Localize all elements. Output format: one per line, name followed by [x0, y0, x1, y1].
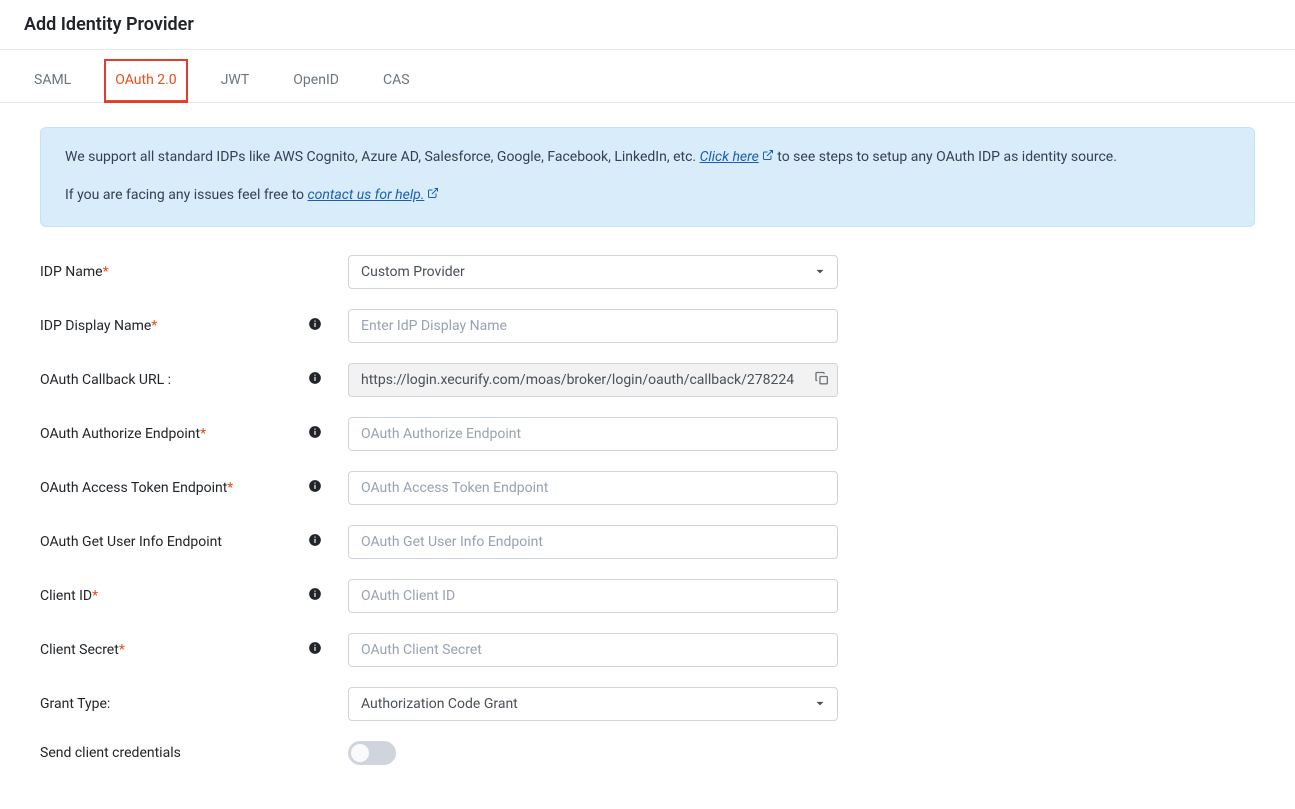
- info-icon[interactable]: [308, 589, 322, 605]
- send-client-credentials-toggle[interactable]: [348, 741, 396, 765]
- copy-icon: [814, 374, 830, 389]
- tab-cas[interactable]: CAS: [373, 60, 420, 102]
- send-client-credentials-label: Send client credentials: [40, 745, 308, 761]
- userinfo-endpoint-label: OAuth Get User Info Endpoint: [40, 534, 308, 550]
- info-icon[interactable]: [308, 643, 322, 659]
- token-endpoint-input[interactable]: [348, 471, 838, 505]
- grant-type-select[interactable]: Authorization Code Grant: [348, 687, 838, 721]
- tab-openid[interactable]: OpenID: [283, 60, 349, 102]
- idp-name-label: IDP Name*: [40, 264, 308, 280]
- token-endpoint-label: OAuth Access Token Endpoint*: [40, 480, 308, 496]
- info-text-3: If you are facing any issues feel free t…: [65, 187, 308, 203]
- client-id-input[interactable]: [348, 579, 838, 613]
- authorize-endpoint-label: OAuth Authorize Endpoint*: [40, 426, 308, 442]
- idp-display-name-input[interactable]: [348, 309, 838, 343]
- client-secret-input[interactable]: [348, 633, 838, 667]
- tab-oauth[interactable]: OAuth 2.0: [105, 60, 186, 102]
- authorize-endpoint-input[interactable]: [348, 417, 838, 451]
- info-line-2: If you are facing any issues feel free t…: [65, 184, 1230, 208]
- info-icon[interactable]: [308, 481, 322, 497]
- info-icon[interactable]: [308, 427, 322, 443]
- info-line-1: We support all standard IDPs like AWS Co…: [65, 146, 1230, 170]
- userinfo-endpoint-input[interactable]: [348, 525, 838, 559]
- info-text-2: to see steps to setup any OAuth IDP as i…: [774, 149, 1117, 165]
- idp-name-select[interactable]: Custom Provider: [348, 255, 838, 289]
- callback-url-label: OAuth Callback URL :: [40, 372, 308, 388]
- external-link-icon: [762, 146, 774, 170]
- info-icon[interactable]: [308, 373, 322, 389]
- info-banner: We support all standard IDPs like AWS Co…: [40, 127, 1255, 227]
- tab-jwt[interactable]: JWT: [211, 60, 260, 102]
- copy-callback-button[interactable]: [814, 370, 830, 389]
- tab-saml[interactable]: SAML: [24, 60, 81, 102]
- info-text-1: We support all standard IDPs like AWS Co…: [65, 149, 700, 165]
- info-icon[interactable]: [308, 535, 322, 551]
- external-link-icon: [427, 184, 439, 208]
- idp-display-name-label: IDP Display Name*: [40, 318, 308, 334]
- client-id-label: Client ID*: [40, 588, 308, 604]
- toggle-knob: [351, 744, 369, 762]
- callback-url-input[interactable]: [348, 363, 838, 397]
- tabs-bar: SAML OAuth 2.0 JWT OpenID CAS: [0, 60, 1295, 103]
- contact-us-link[interactable]: contact us for help.: [308, 187, 440, 203]
- page-title: Add Identity Provider: [0, 0, 1295, 50]
- info-icon[interactable]: [308, 319, 322, 335]
- grant-type-label: Grant Type:: [40, 696, 308, 712]
- click-here-link[interactable]: Click here: [700, 149, 774, 165]
- client-secret-label: Client Secret*: [40, 642, 308, 658]
